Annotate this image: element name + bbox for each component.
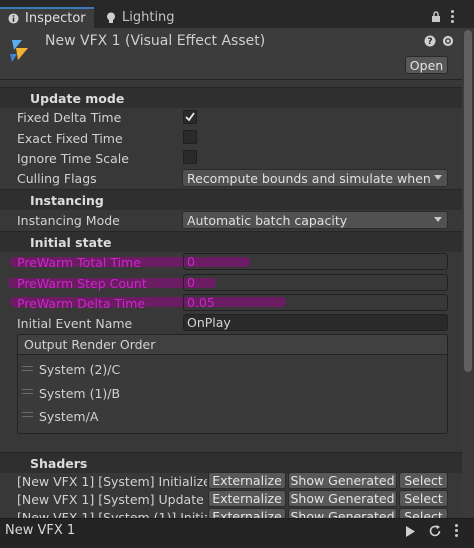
show-generated-button[interactable]: Show Generated [288,490,397,507]
light-bulb-icon [107,12,115,23]
drag-handle-icon[interactable] [22,366,33,371]
prewarm-delta-time-label: PreWarm Delta Time [17,296,146,311]
tab-lighting-label: Lighting [122,10,175,25]
lock-icon[interactable] [431,11,441,23]
prewarm-step-count-field[interactable]: 0 [183,274,448,291]
exact-fixed-time-checkbox[interactable] [183,130,197,144]
section-update-mode-label: Update mode [30,90,125,106]
tab-inspector-label: Inspector [25,11,86,26]
initial-event-name-label: Initial Event Name [17,316,133,331]
select-button[interactable]: Select [399,490,448,507]
prewarm-step-count-label: PreWarm Step Count [17,276,147,291]
tab-lighting[interactable]: Lighting [98,7,188,28]
initial-event-name-value: OnPlay [187,315,231,330]
vfx-asset-icon [10,40,28,62]
instancing-mode-dropdown[interactable]: Automatic batch capacity [182,211,448,229]
checkmark-icon [185,112,195,122]
refresh-icon[interactable] [428,524,442,538]
instancing-mode-value: Automatic batch capacity [187,212,348,228]
prewarm-delta-time-value: 0.05 [187,295,215,310]
more-menu-icon[interactable] [451,10,454,23]
section-initial-state[interactable]: Initial state [0,231,462,252]
chevron-down-icon [434,175,442,180]
preview-title: New VFX 1 [5,523,76,538]
section-shaders-label: Shaders [30,455,88,471]
drag-handle-icon[interactable] [22,412,33,417]
section-initial-state-label: Initial state [30,234,112,250]
prewarm-step-count-value: 0 [187,275,195,290]
shader-name: [New VFX 1] [System] Update Particle [17,492,207,507]
svg-text:?: ? [427,37,432,47]
drag-handle-icon[interactable] [22,389,33,394]
fixed-delta-time-label: Fixed Delta Time [17,110,122,125]
list-item[interactable]: System (1)/B [39,386,120,401]
initial-event-name-field[interactable]: OnPlay [183,314,448,331]
ignore-time-scale-label: Ignore Time Scale [17,151,129,166]
instancing-mode-label: Instancing Mode [17,213,120,228]
play-icon[interactable] [404,525,416,538]
externalize-button[interactable]: Externalize [208,472,286,489]
more-menu-icon[interactable] [455,524,458,537]
prewarm-total-time-value: 0 [187,254,195,269]
output-render-order-header: Output Render Order [17,334,448,355]
output-render-order-title: Output Render Order [24,337,156,352]
prewarm-total-time-label: PreWarm Total Time [17,255,141,270]
prewarm-total-time-field[interactable]: 0 [183,253,448,270]
scrollbar-thumb[interactable] [464,30,472,372]
select-button[interactable]: Select [399,472,448,489]
fixed-delta-time-checkbox[interactable] [183,110,197,124]
chevron-down-icon [434,217,442,222]
list-item[interactable]: System (2)/C [39,362,120,377]
section-instancing[interactable]: Instancing [0,189,462,210]
show-generated-button[interactable]: Show Generated [288,472,397,489]
section-shaders[interactable]: Shaders [0,452,462,473]
tab-inspector[interactable]: Inspector [0,7,94,28]
ignore-time-scale-checkbox[interactable] [183,150,197,164]
list-item[interactable]: System/A [39,409,98,424]
info-icon [8,13,19,24]
help-icon[interactable]: ? [424,35,436,47]
settings-icon[interactable] [442,35,454,47]
open-button[interactable]: Open [405,56,448,74]
culling-flags-label: Culling Flags [17,171,97,186]
section-instancing-label: Instancing [30,192,104,208]
prewarm-delta-time-field[interactable]: 0.05 [183,294,448,311]
culling-flags-dropdown[interactable]: Recompute bounds and simulate when visib… [182,169,448,187]
asset-title: New VFX 1 (Visual Effect Asset) [45,33,266,49]
shader-name: [New VFX 1] [System] Initialize Particle [17,474,207,489]
exact-fixed-time-label: Exact Fixed Time [17,131,123,146]
culling-flags-value: Recompute bounds and simulate when visib… [187,170,433,186]
externalize-button[interactable]: Externalize [208,490,286,507]
section-update-mode[interactable]: Update mode [0,87,462,108]
